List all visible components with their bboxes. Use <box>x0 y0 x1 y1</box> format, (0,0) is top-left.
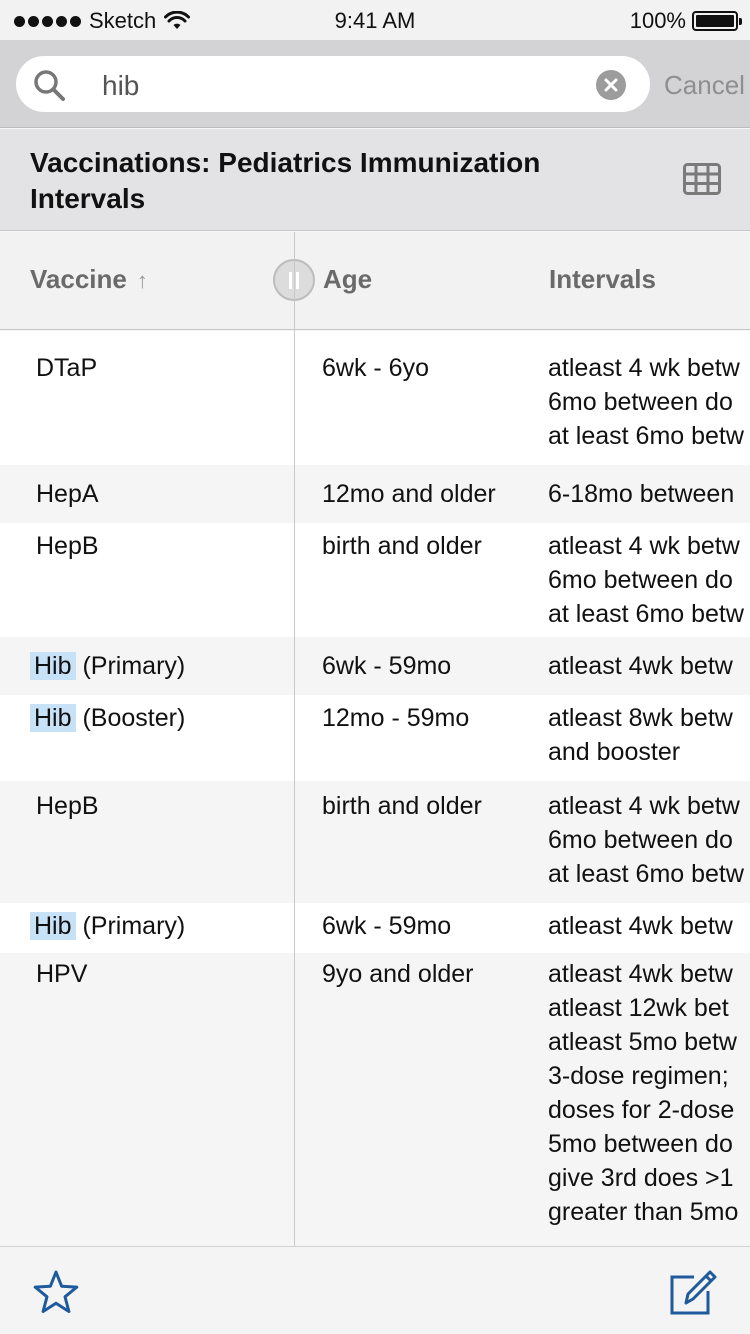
vaccine-cell-rest: (Primary) <box>75 912 186 940</box>
column-header-vaccine-label: Vaccine <box>30 264 127 294</box>
table-header: Vaccine ↑ Age Intervals <box>0 232 750 330</box>
interval-line: 5mo between do <box>548 1130 733 1158</box>
interval-line: atleast 4 wk betw <box>548 532 740 560</box>
intervals-cell: atleast 4 wk betw 6mo between do at leas… <box>548 529 750 631</box>
interval-line: at least 6mo betw <box>548 860 744 888</box>
interval-line: atleast 4wk betw <box>548 652 733 680</box>
column-header-age[interactable]: Age <box>323 264 372 295</box>
clear-icon[interactable] <box>596 70 626 100</box>
column-header-vaccine[interactable]: Vaccine ↑ <box>30 264 148 295</box>
interval-line: atleast 12wk bet <box>548 994 729 1022</box>
search-query[interactable]: hib <box>102 70 139 102</box>
age-cell: 6wk - 59mo <box>322 652 452 680</box>
page-title: Vaccinations: Pediatrics Immunization In… <box>30 147 541 214</box>
interval-line: at least 6mo betw <box>548 600 744 628</box>
vaccine-cell: Hib (Primary) <box>30 909 186 943</box>
battery-icon <box>692 11 742 31</box>
table-row[interactable]: HPV 9yo and older atleast 4wk betw atlea… <box>0 953 750 1246</box>
age-cell: 6wk - 59mo <box>322 912 452 940</box>
interval-line: 6-18mo between <box>548 480 735 508</box>
search-highlight: Hib <box>30 652 76 680</box>
interval-line: 6mo between do <box>548 566 733 594</box>
bottom-toolbar <box>0 1246 750 1334</box>
status-bar: Sketch 9:41 AM 100% <box>0 0 750 40</box>
table-row[interactable]: Hib (Booster) 12mo - 59mo atleast 8wk be… <box>0 695 750 781</box>
age-cell: 12mo and older <box>322 480 496 508</box>
interval-line: atleast 4 wk betw <box>548 354 740 382</box>
intervals-cell: atleast 8wk betw and booster <box>548 701 750 769</box>
interval-line: and booster <box>548 738 681 766</box>
title-bar: Vaccinations: Pediatrics Immunization In… <box>0 129 750 231</box>
interval-line: atleast 4wk betw <box>548 960 733 988</box>
interval-line: at least 6mo betw <box>548 422 744 450</box>
table-row[interactable]: Hib (Primary) 6wk - 59mo atleast 4wk bet… <box>0 903 750 953</box>
status-right: 100% <box>629 8 742 34</box>
grid-icon[interactable] <box>683 163 721 195</box>
vaccine-cell: HPV <box>36 960 88 988</box>
interval-line: atleast 4 wk betw <box>548 792 740 820</box>
search-highlight: Hib <box>30 912 76 940</box>
edit-icon[interactable] <box>668 1267 718 1317</box>
table-row[interactable]: DTaP 6wk - 6yo atleast 4 wk betw 6mo bet… <box>0 331 750 465</box>
vaccine-cell-rest: (Booster) <box>75 704 186 732</box>
intervals-cell: atleast 4wk betw <box>548 649 750 683</box>
cancel-button[interactable]: Cancel <box>664 70 745 101</box>
interval-line: atleast 4wk betw <box>548 912 733 940</box>
age-cell: 6wk - 6yo <box>322 354 429 382</box>
interval-line: atleast 8wk betw <box>548 704 733 732</box>
battery-percent: 100% <box>629 8 686 33</box>
age-cell: 12mo - 59mo <box>322 704 470 732</box>
interval-line: atleast 5mo betw <box>548 1028 737 1056</box>
interval-line: 3-dose regimen; <box>548 1062 729 1090</box>
interval-line: 6mo between do <box>548 388 733 416</box>
intervals-cell: atleast 4 wk betw 6mo between do at leas… <box>548 789 750 891</box>
intervals-cell: atleast 4wk betw <box>548 909 750 943</box>
age-cell: 9yo and older <box>322 960 474 988</box>
intervals-cell: atleast 4wk betw atleast 12wk bet atleas… <box>548 957 750 1229</box>
star-icon[interactable] <box>32 1269 80 1315</box>
interval-line: 6mo between do <box>548 826 733 854</box>
vaccine-cell: HepB <box>36 532 99 560</box>
vaccine-cell: HepA <box>36 480 99 508</box>
search-highlight: Hib <box>30 704 76 732</box>
intervals-cell: 6-18mo between <box>548 477 750 511</box>
search-icon <box>34 70 65 101</box>
intervals-cell: atleast 4 wk betw 6mo between do at leas… <box>548 351 750 453</box>
table-body: DTaP 6wk - 6yo atleast 4 wk betw 6mo bet… <box>0 331 750 1246</box>
vaccine-cell: Hib (Booster) <box>30 701 186 735</box>
search-bar: hib Cancel <box>0 40 750 128</box>
table-row[interactable]: HepB birth and older atleast 4 wk betw 6… <box>0 781 750 903</box>
sort-ascending-icon: ↑ <box>136 268 148 293</box>
table-row[interactable]: HepB birth and older atleast 4 wk betw 6… <box>0 523 750 637</box>
age-cell: birth and older <box>322 792 482 820</box>
vaccine-cell: Hib (Primary) <box>30 649 186 683</box>
column-divider <box>294 232 295 1246</box>
column-header-intervals[interactable]: Intervals <box>549 264 656 295</box>
vaccine-cell-rest: (Primary) <box>75 652 186 680</box>
vaccine-cell: HepB <box>36 792 99 820</box>
interval-line: give 3rd does >1 <box>548 1164 734 1192</box>
table-row[interactable]: HepA 12mo and older 6-18mo between <box>0 465 750 523</box>
interval-line: greater than 5mo <box>548 1198 739 1226</box>
vaccine-cell: DTaP <box>36 354 98 382</box>
age-cell: birth and older <box>322 532 482 560</box>
table-row[interactable]: Hib (Primary) 6wk - 59mo atleast 4wk bet… <box>0 637 750 695</box>
interval-line: doses for 2-dose <box>548 1096 735 1124</box>
search-input[interactable]: hib <box>16 56 650 112</box>
